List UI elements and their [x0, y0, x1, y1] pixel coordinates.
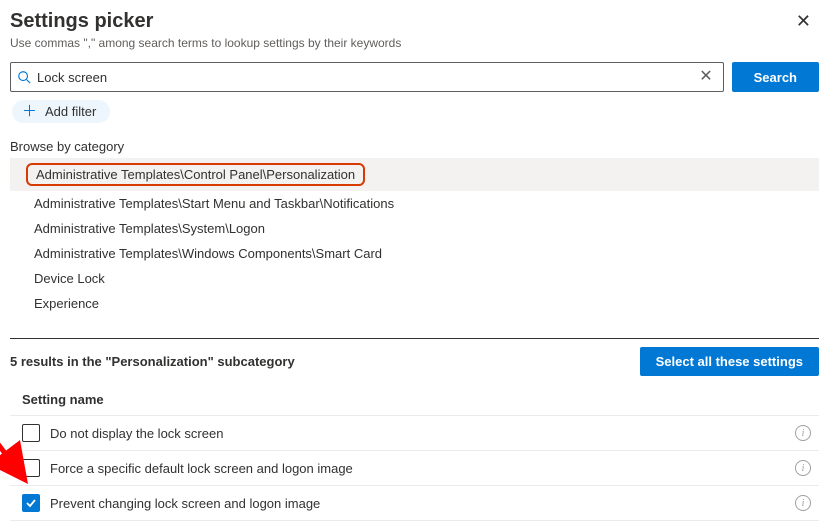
info-icon[interactable]: i: [795, 425, 811, 441]
plus-icon: ＋: [22, 104, 37, 119]
info-icon[interactable]: i: [795, 460, 811, 476]
setting-row[interactable]: Prevent changing lock screen and logon i…: [10, 486, 819, 521]
setting-label: Prevent changing lock screen and logon i…: [50, 496, 785, 511]
clear-icon: ✕: [699, 68, 712, 85]
setting-label: Do not display the lock screen: [50, 426, 785, 441]
close-button[interactable]: ✕: [788, 8, 819, 34]
add-filter-button[interactable]: ＋ Add filter: [12, 100, 110, 123]
category-label: Administrative Templates\Windows Compone…: [34, 246, 382, 261]
divider: [10, 338, 819, 339]
category-label: Administrative Templates\Start Menu and …: [34, 196, 394, 211]
add-filter-label: Add filter: [45, 104, 96, 119]
info-icon[interactable]: i: [795, 495, 811, 511]
category-label: Administrative Templates\Control Panel\P…: [36, 167, 355, 182]
setting-row[interactable]: Do not display the lock screen i: [10, 416, 819, 451]
search-input[interactable]: [37, 70, 695, 85]
select-all-button[interactable]: Select all these settings: [640, 347, 819, 376]
category-label: Administrative Templates\System\Logon: [34, 221, 265, 236]
results-summary: 5 results in the "Personalization" subca…: [10, 354, 295, 369]
setting-row[interactable]: Force a specific default lock screen and…: [10, 451, 819, 486]
category-item-logon[interactable]: Administrative Templates\System\Logon: [10, 216, 819, 241]
category-label: Experience: [34, 296, 99, 311]
category-label: Device Lock: [34, 271, 105, 286]
category-item-smart-card[interactable]: Administrative Templates\Windows Compone…: [10, 241, 819, 266]
panel-title: Settings picker: [10, 8, 401, 34]
column-header-setting-name: Setting name: [10, 386, 819, 416]
category-item-experience[interactable]: Experience: [10, 291, 819, 316]
category-item-notifications[interactable]: Administrative Templates\Start Menu and …: [10, 191, 819, 216]
highlight-annotation: Administrative Templates\Control Panel\P…: [26, 163, 365, 186]
category-list: Administrative Templates\Control Panel\P…: [10, 158, 819, 316]
clear-search-button[interactable]: ✕: [695, 69, 716, 85]
browse-by-category-label: Browse by category: [10, 139, 819, 154]
setting-label: Force a specific default lock screen and…: [50, 461, 785, 476]
search-field-wrapper[interactable]: ✕: [10, 62, 724, 92]
search-button[interactable]: Search: [732, 62, 819, 92]
search-icon: [17, 70, 31, 84]
category-item-device-lock[interactable]: Device Lock: [10, 266, 819, 291]
category-item-personalization[interactable]: Administrative Templates\Control Panel\P…: [10, 158, 819, 191]
setting-checkbox[interactable]: [22, 424, 40, 442]
setting-checkbox[interactable]: [22, 459, 40, 477]
setting-checkbox[interactable]: [22, 494, 40, 512]
close-icon: ✕: [796, 11, 811, 31]
panel-subtitle: Use commas "," among search terms to loo…: [10, 36, 401, 50]
